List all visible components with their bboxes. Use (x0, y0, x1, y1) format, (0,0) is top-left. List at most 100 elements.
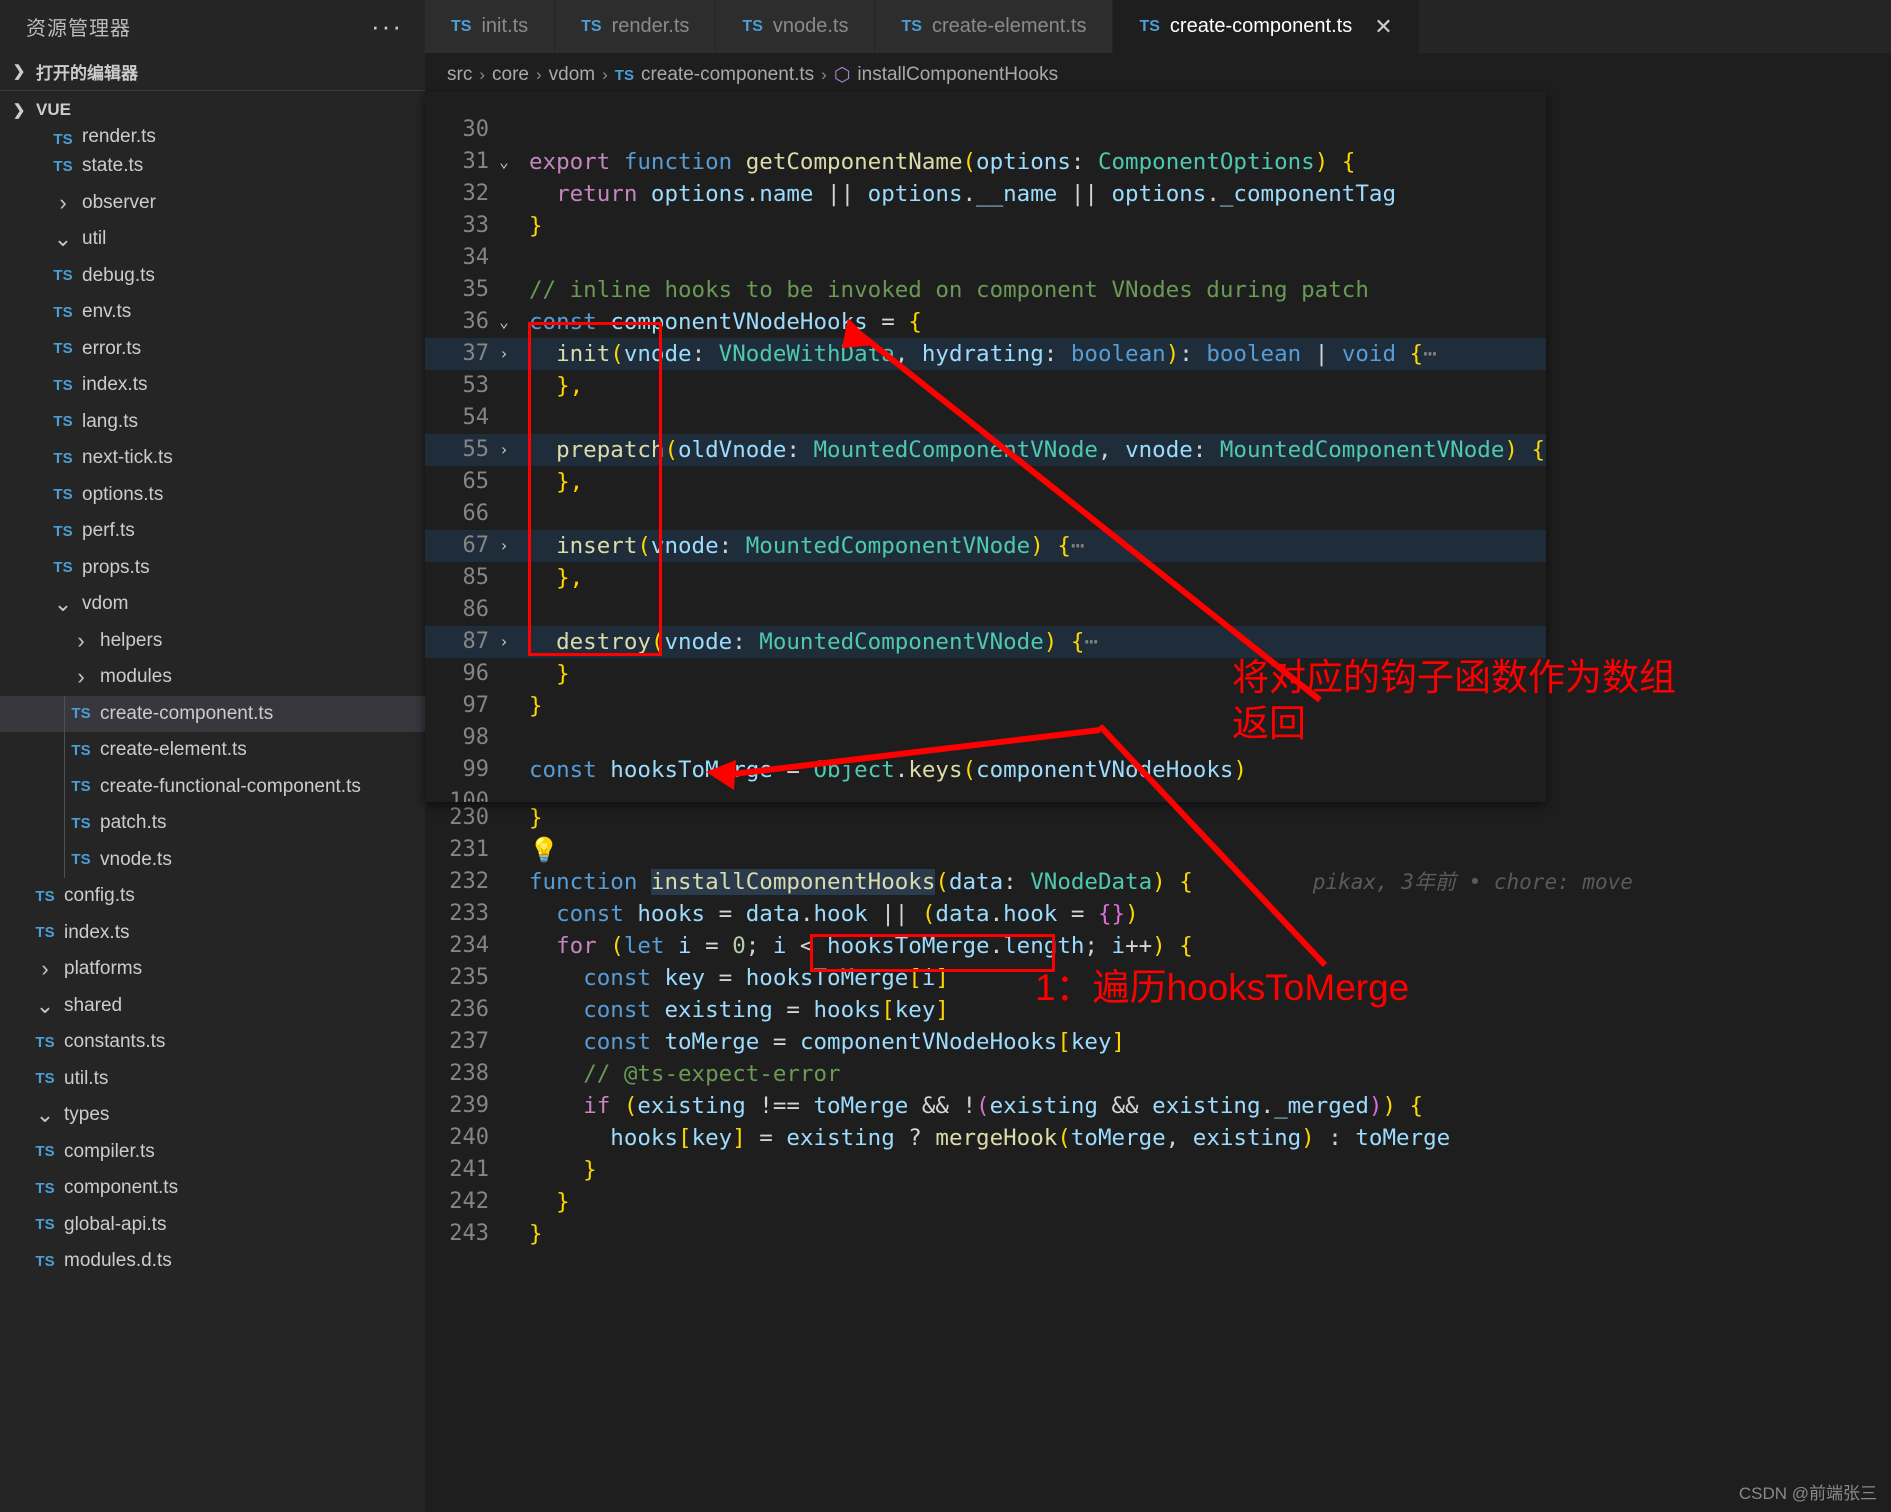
tree-file-compiler.ts[interactable]: TS compiler.ts (0, 1134, 425, 1171)
fold-collapsed-icon[interactable]: › (489, 434, 519, 466)
code-line-87[interactable]: 87 › destroy(vnode: MountedComponentVNode… (425, 626, 1546, 658)
code-line-241[interactable]: 241 } (425, 1154, 1891, 1186)
tree-file-perf.ts[interactable]: TS perf.ts (0, 513, 425, 550)
code-token: { (1057, 533, 1071, 559)
fold-expanded-icon[interactable]: ⌄ (489, 306, 519, 338)
lightbulb-icon[interactable]: 💡 (529, 836, 559, 864)
code-line-30[interactable]: 30 (425, 114, 1546, 146)
code-line-98[interactable]: 98 (425, 722, 1546, 754)
tree-folder-platforms[interactable]: › platforms (0, 951, 425, 988)
editor-tab-render.ts[interactable]: TS render.ts (555, 0, 717, 53)
tree-file-next-tick.ts[interactable]: TS next-tick.ts (0, 440, 425, 477)
code-line-243[interactable]: 243} (425, 1218, 1891, 1250)
breadcrumb-item-core[interactable]: core (492, 64, 529, 86)
code-line-31[interactable]: 31 ⌄ export function getComponentName(opti… (425, 146, 1546, 178)
workspace-section[interactable]: ❯ VUE (0, 90, 425, 128)
code-line-233[interactable]: 233 const hooks = data.hook || (data.hoo… (425, 898, 1891, 930)
fold-collapsed-icon[interactable]: › (489, 338, 519, 370)
code-line-99[interactable]: 99 const hooksToMerge = Object.keys(compo… (425, 754, 1546, 786)
code-line-232[interactable]: 232 function installComponentHooks(data: … (425, 866, 1891, 898)
tree-file-config.ts[interactable]: TS config.ts (0, 878, 425, 915)
code-line-36[interactable]: 36 ⌄ const componentVNodeHooks = { (425, 306, 1546, 338)
close-icon[interactable]: ✕ (1374, 14, 1392, 40)
tree-file-util.ts[interactable]: TS util.ts (0, 1061, 425, 1098)
fold-collapsed-icon[interactable]: › (489, 626, 519, 658)
editor-tab-create-element.ts[interactable]: TS create-element.ts (875, 0, 1114, 53)
tree-folder-util[interactable]: ⌄ util (0, 221, 425, 258)
code-line-240[interactable]: 240 hooks[key] = existing ? mergeHook(to… (425, 1122, 1891, 1154)
editor-scrollbar[interactable] (1877, 92, 1891, 792)
code-token: ( (637, 533, 651, 559)
code-line-33[interactable]: 33} (425, 210, 1546, 242)
code-line-96[interactable]: 96 } (425, 658, 1546, 690)
tree-file-global-api.ts[interactable]: TS global-api.ts (0, 1207, 425, 1244)
tree-file-index.ts[interactable]: TS index.ts (0, 915, 425, 952)
tree-file-modules.d.ts[interactable]: TS modules.d.ts (0, 1243, 425, 1280)
fold-expanded-icon[interactable]: ⌄ (489, 146, 519, 178)
code-line-236[interactable]: 236 const existing = hooks[key] (425, 994, 1891, 1026)
tree-folder-vdom[interactable]: ⌄ vdom (0, 586, 425, 623)
tree-folder-modules[interactable]: › modules (0, 659, 425, 696)
breadcrumb-item-create-component.ts[interactable]: create-component.ts (641, 64, 814, 86)
peek-view-editor[interactable]: 29 import type { ComponentOptions, Inter… (425, 92, 1546, 802)
editor-tab-create-component.ts[interactable]: TS create-component.ts ✕ (1113, 0, 1420, 53)
code-token: < (786, 933, 828, 959)
code-line-34[interactable]: 34 (425, 242, 1546, 274)
more-actions-icon[interactable]: ··· (371, 13, 403, 39)
tree-folder-shared[interactable]: ⌄ shared (0, 988, 425, 1025)
code-token: ; (1084, 933, 1112, 959)
breadcrumb-item-vdom[interactable]: vdom (549, 64, 595, 86)
tree-file-error.ts[interactable]: TS error.ts (0, 331, 425, 368)
editor-tab-init.ts[interactable]: TS init.ts (425, 0, 556, 53)
tree-file-env.ts[interactable]: TS env.ts (0, 294, 425, 331)
tree-folder-types[interactable]: ⌄ types (0, 1097, 425, 1134)
tree-file-index.ts[interactable]: TS index.ts (0, 367, 425, 404)
tree-item-label: next-tick.ts (82, 447, 173, 469)
code-line-238[interactable]: 238 // @ts-expect-error (425, 1058, 1891, 1090)
open-editors-section[interactable]: ❯ 打开的编辑器 (0, 52, 425, 90)
line-number: 235 (449, 965, 489, 990)
code-line-66[interactable]: 66 (425, 498, 1546, 530)
code-line-37[interactable]: 37 › init(vnode: VNodeWithData, hydrating… (425, 338, 1546, 370)
code-line-53[interactable]: 53 }, (425, 370, 1546, 402)
code-line-86[interactable]: 86 (425, 594, 1546, 626)
code-line-55[interactable]: 55 › prepatch(oldVnode: MountedComponentV… (425, 434, 1546, 466)
tree-file-component.ts[interactable]: TS component.ts (0, 1170, 425, 1207)
code-line-231[interactable]: 231 💡 (425, 834, 1891, 866)
code-line-97[interactable]: 97} (425, 690, 1546, 722)
code-text: return options.name || options.__name ||… (519, 178, 1396, 210)
code-line-239[interactable]: 239 if (existing !== toMerge && !(existi… (425, 1090, 1891, 1122)
code-line-85[interactable]: 85 }, (425, 562, 1546, 594)
code-token: = (772, 997, 814, 1023)
code-line-35[interactable]: 35 // inline hooks to be invoked on compo… (425, 274, 1546, 306)
code-token: // @ts-expect-error (583, 1061, 841, 1087)
tree-file-debug.ts[interactable]: TS debug.ts (0, 258, 425, 295)
code-line-32[interactable]: 32 return options.name || options.__name… (425, 178, 1546, 210)
breadcrumb-item-src[interactable]: src (447, 64, 472, 86)
code-line-234[interactable]: 234 for (let i = 0; i < hooksToMerge.len… (425, 930, 1891, 962)
code-line-235[interactable]: 235 const key = hooksToMerge[i] (425, 962, 1891, 994)
fold-collapsed-icon[interactable]: › (489, 530, 519, 562)
code-line-65[interactable]: 65 }, (425, 466, 1546, 498)
code-token: oldVnode (678, 437, 787, 463)
code-line-237[interactable]: 237 const toMerge = componentVNodeHooks[… (425, 1026, 1891, 1058)
breadcrumb-item-installComponentHooks[interactable]: installComponentHooks (857, 64, 1058, 86)
code-line-230[interactable]: 230} (425, 802, 1891, 834)
tree-folder-helpers[interactable]: › helpers (0, 623, 425, 660)
editor-tab-vnode.ts[interactable]: TS vnode.ts (716, 0, 876, 53)
tree-folder-observer[interactable]: › observer (0, 185, 425, 222)
tree-file-render.ts[interactable]: TS render.ts (0, 128, 425, 148)
code-token: hooksToMerge (745, 965, 909, 991)
code-line-100[interactable]: 100 (425, 786, 1546, 802)
tree-file-lang.ts[interactable]: TS lang.ts (0, 404, 425, 441)
tree-file-state.ts[interactable]: TS state.ts (0, 148, 425, 185)
tree-file-props.ts[interactable]: TS props.ts (0, 550, 425, 587)
code-token: { (1341, 149, 1356, 175)
tree-file-options.ts[interactable]: TS options.ts (0, 477, 425, 514)
code-line-67[interactable]: 67 › insert(vnode: MountedComponentVNode)… (425, 530, 1546, 562)
code-token: ⋯ (1545, 437, 1546, 463)
code-line-54[interactable]: 54 (425, 402, 1546, 434)
tree-file-constants.ts[interactable]: TS constants.ts (0, 1024, 425, 1061)
code-text: }, (519, 370, 583, 402)
code-line-242[interactable]: 242 } (425, 1186, 1891, 1218)
